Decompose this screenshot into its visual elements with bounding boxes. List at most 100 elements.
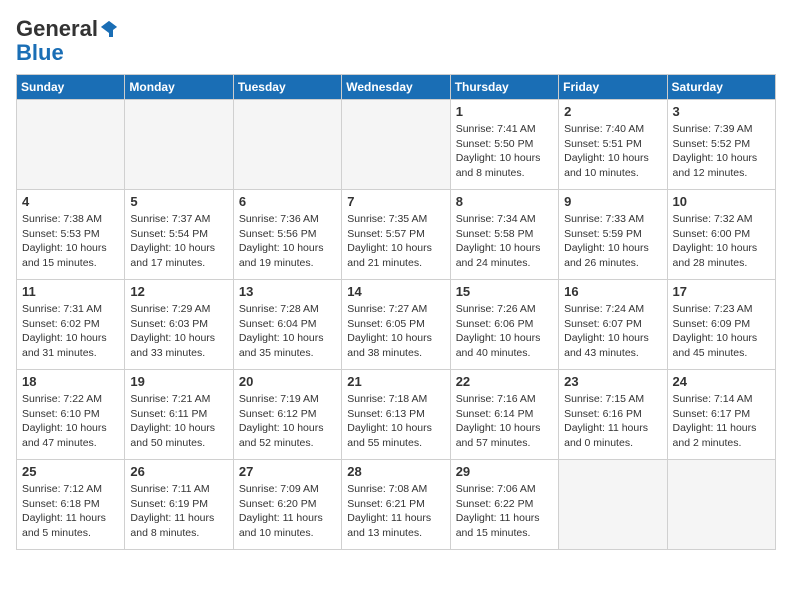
week-row-3: 11 Sunrise: 7:31 AMSunset: 6:02 PMDayligh… bbox=[17, 280, 776, 370]
day-cell bbox=[125, 100, 233, 190]
day-info: Sunrise: 7:39 AMSunset: 5:52 PMDaylight:… bbox=[673, 122, 770, 181]
day-info: Sunrise: 7:32 AMSunset: 6:00 PMDaylight:… bbox=[673, 212, 770, 271]
day-info: Sunrise: 7:31 AMSunset: 6:02 PMDaylight:… bbox=[22, 302, 119, 361]
day-info: Sunrise: 7:11 AMSunset: 6:19 PMDaylight:… bbox=[130, 482, 227, 541]
day-number: 10 bbox=[673, 194, 770, 209]
day-info: Sunrise: 7:15 AMSunset: 6:16 PMDaylight:… bbox=[564, 392, 661, 451]
day-number: 2 bbox=[564, 104, 661, 119]
col-header-saturday: Saturday bbox=[667, 75, 775, 100]
day-info: Sunrise: 7:19 AMSunset: 6:12 PMDaylight:… bbox=[239, 392, 336, 451]
day-cell: 18 Sunrise: 7:22 AMSunset: 6:10 PMDayligh… bbox=[17, 370, 125, 460]
day-cell bbox=[17, 100, 125, 190]
day-cell: 2 Sunrise: 7:40 AMSunset: 5:51 PMDaylight… bbox=[559, 100, 667, 190]
day-cell: 17 Sunrise: 7:23 AMSunset: 6:09 PMDayligh… bbox=[667, 280, 775, 370]
day-cell: 24 Sunrise: 7:14 AMSunset: 6:17 PMDayligh… bbox=[667, 370, 775, 460]
day-number: 12 bbox=[130, 284, 227, 299]
day-cell: 8 Sunrise: 7:34 AMSunset: 5:58 PMDaylight… bbox=[450, 190, 558, 280]
day-info: Sunrise: 7:06 AMSunset: 6:22 PMDaylight:… bbox=[456, 482, 553, 541]
col-header-friday: Friday bbox=[559, 75, 667, 100]
day-number: 26 bbox=[130, 464, 227, 479]
day-info: Sunrise: 7:36 AMSunset: 5:56 PMDaylight:… bbox=[239, 212, 336, 271]
day-cell: 23 Sunrise: 7:15 AMSunset: 6:16 PMDayligh… bbox=[559, 370, 667, 460]
day-cell: 15 Sunrise: 7:26 AMSunset: 6:06 PMDayligh… bbox=[450, 280, 558, 370]
day-number: 22 bbox=[456, 374, 553, 389]
day-cell: 25 Sunrise: 7:12 AMSunset: 6:18 PMDayligh… bbox=[17, 460, 125, 550]
logo-blue-text: Blue bbox=[16, 42, 64, 64]
day-number: 21 bbox=[347, 374, 444, 389]
day-number: 9 bbox=[564, 194, 661, 209]
day-number: 6 bbox=[239, 194, 336, 209]
day-number: 4 bbox=[22, 194, 119, 209]
week-row-4: 18 Sunrise: 7:22 AMSunset: 6:10 PMDayligh… bbox=[17, 370, 776, 460]
day-cell: 20Sunrise: 7:19 AMSunset: 6:12 PMDayligh… bbox=[233, 370, 341, 460]
day-cell bbox=[233, 100, 341, 190]
calendar-table: SundayMondayTuesdayWednesdayThursdayFrid… bbox=[16, 74, 776, 550]
day-cell: 4 Sunrise: 7:38 AMSunset: 5:53 PMDaylight… bbox=[17, 190, 125, 280]
day-number: 11 bbox=[22, 284, 119, 299]
calendar-header-row: SundayMondayTuesdayWednesdayThursdayFrid… bbox=[17, 75, 776, 100]
day-number: 19 bbox=[130, 374, 227, 389]
day-number: 29 bbox=[456, 464, 553, 479]
day-info: Sunrise: 7:35 AMSunset: 5:57 PMDaylight:… bbox=[347, 212, 444, 271]
day-cell: 6 Sunrise: 7:36 AMSunset: 5:56 PMDaylight… bbox=[233, 190, 341, 280]
day-cell: 21 Sunrise: 7:18 AMSunset: 6:13 PMDayligh… bbox=[342, 370, 450, 460]
day-cell: 7 Sunrise: 7:35 AMSunset: 5:57 PMDaylight… bbox=[342, 190, 450, 280]
day-number: 5 bbox=[130, 194, 227, 209]
day-cell bbox=[559, 460, 667, 550]
week-row-2: 4 Sunrise: 7:38 AMSunset: 5:53 PMDaylight… bbox=[17, 190, 776, 280]
day-info: Sunrise: 7:37 AMSunset: 5:54 PMDaylight:… bbox=[130, 212, 227, 271]
day-info: Sunrise: 7:08 AMSunset: 6:21 PMDaylight:… bbox=[347, 482, 444, 541]
day-info: Sunrise: 7:38 AMSunset: 5:53 PMDaylight:… bbox=[22, 212, 119, 271]
day-number: 18 bbox=[22, 374, 119, 389]
day-cell: 14 Sunrise: 7:27 AMSunset: 6:05 PMDayligh… bbox=[342, 280, 450, 370]
col-header-sunday: Sunday bbox=[17, 75, 125, 100]
day-info: Sunrise: 7:41 AMSunset: 5:50 PMDaylight:… bbox=[456, 122, 553, 181]
day-cell: 28Sunrise: 7:08 AMSunset: 6:21 PMDayligh… bbox=[342, 460, 450, 550]
col-header-wednesday: Wednesday bbox=[342, 75, 450, 100]
day-info: Sunrise: 7:18 AMSunset: 6:13 PMDaylight:… bbox=[347, 392, 444, 451]
day-number: 25 bbox=[22, 464, 119, 479]
day-info: Sunrise: 7:28 AMSunset: 6:04 PMDaylight:… bbox=[239, 302, 336, 361]
col-header-monday: Monday bbox=[125, 75, 233, 100]
day-number: 27 bbox=[239, 464, 336, 479]
day-cell bbox=[342, 100, 450, 190]
day-info: Sunrise: 7:34 AMSunset: 5:58 PMDaylight:… bbox=[456, 212, 553, 271]
day-number: 7 bbox=[347, 194, 444, 209]
day-info: Sunrise: 7:23 AMSunset: 6:09 PMDaylight:… bbox=[673, 302, 770, 361]
week-row-5: 25 Sunrise: 7:12 AMSunset: 6:18 PMDayligh… bbox=[17, 460, 776, 550]
day-number: 8 bbox=[456, 194, 553, 209]
logo-flag-icon bbox=[99, 19, 119, 39]
day-info: Sunrise: 7:14 AMSunset: 6:17 PMDaylight:… bbox=[673, 392, 770, 451]
day-number: 14 bbox=[347, 284, 444, 299]
page-header: General Blue bbox=[16, 16, 776, 64]
day-cell: 11 Sunrise: 7:31 AMSunset: 6:02 PMDayligh… bbox=[17, 280, 125, 370]
day-number: 24 bbox=[673, 374, 770, 389]
day-number: 23 bbox=[564, 374, 661, 389]
day-cell: 27 Sunrise: 7:09 AMSunset: 6:20 PMDayligh… bbox=[233, 460, 341, 550]
col-header-thursday: Thursday bbox=[450, 75, 558, 100]
day-number: 17 bbox=[673, 284, 770, 299]
day-info: Sunrise: 7:24 AMSunset: 6:07 PMDaylight:… bbox=[564, 302, 661, 361]
week-row-1: 1Sunrise: 7:41 AMSunset: 5:50 PMDaylight… bbox=[17, 100, 776, 190]
day-info: Sunrise: 7:21 AMSunset: 6:11 PMDaylight:… bbox=[130, 392, 227, 451]
day-info: Sunrise: 7:27 AMSunset: 6:05 PMDaylight:… bbox=[347, 302, 444, 361]
day-number: 16 bbox=[564, 284, 661, 299]
day-info: Sunrise: 7:09 AMSunset: 6:20 PMDaylight:… bbox=[239, 482, 336, 541]
day-cell: 13Sunrise: 7:28 AMSunset: 6:04 PMDayligh… bbox=[233, 280, 341, 370]
day-cell: 12Sunrise: 7:29 AMSunset: 6:03 PMDayligh… bbox=[125, 280, 233, 370]
day-cell: 9 Sunrise: 7:33 AMSunset: 5:59 PMDaylight… bbox=[559, 190, 667, 280]
day-cell: 19 Sunrise: 7:21 AMSunset: 6:11 PMDayligh… bbox=[125, 370, 233, 460]
day-info: Sunrise: 7:16 AMSunset: 6:14 PMDaylight:… bbox=[456, 392, 553, 451]
day-info: Sunrise: 7:12 AMSunset: 6:18 PMDaylight:… bbox=[22, 482, 119, 541]
day-info: Sunrise: 7:33 AMSunset: 5:59 PMDaylight:… bbox=[564, 212, 661, 271]
day-cell: 3Sunrise: 7:39 AMSunset: 5:52 PMDaylight… bbox=[667, 100, 775, 190]
day-cell: 16 Sunrise: 7:24 AMSunset: 6:07 PMDayligh… bbox=[559, 280, 667, 370]
day-cell: 26 Sunrise: 7:11 AMSunset: 6:19 PMDayligh… bbox=[125, 460, 233, 550]
day-info: Sunrise: 7:26 AMSunset: 6:06 PMDaylight:… bbox=[456, 302, 553, 361]
day-info: Sunrise: 7:22 AMSunset: 6:10 PMDaylight:… bbox=[22, 392, 119, 451]
day-info: Sunrise: 7:40 AMSunset: 5:51 PMDaylight:… bbox=[564, 122, 661, 181]
logo-general-text: General bbox=[16, 16, 98, 42]
day-cell: 10 Sunrise: 7:32 AMSunset: 6:00 PMDayligh… bbox=[667, 190, 775, 280]
day-number: 15 bbox=[456, 284, 553, 299]
day-cell: 1Sunrise: 7:41 AMSunset: 5:50 PMDaylight… bbox=[450, 100, 558, 190]
